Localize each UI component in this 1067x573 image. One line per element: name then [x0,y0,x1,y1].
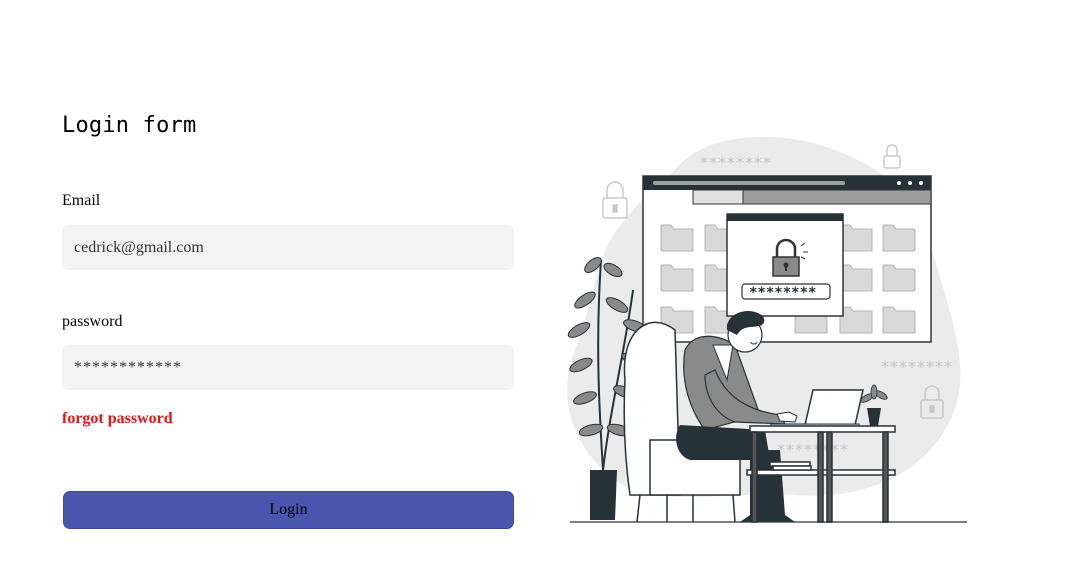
floating-mask-right: ******** [881,357,953,376]
email-field[interactable] [62,225,514,270]
password-label: password [62,313,123,330]
password-dialog: ******** [726,213,844,317]
padlock-icon [602,181,628,219]
login-button[interactable]: Login [63,491,514,529]
password-mask: ******** [749,285,816,301]
login-page: Login form Email password forgot passwor… [0,0,1067,573]
login-illustration: ******** ******** ******** ******** [567,136,967,523]
floating-mask-bottom: ******** [777,440,849,459]
form-title: Login form [62,113,197,138]
padlock-icon [883,144,901,169]
login-form: Login form Email password forgot passwor… [62,110,514,529]
browser-window: ******** [642,175,932,343]
floating-mask-top: ******** [700,153,772,172]
email-label: Email [62,192,101,209]
forgot-password-link[interactable]: forgot password [62,409,173,429]
password-field[interactable] [62,345,514,390]
